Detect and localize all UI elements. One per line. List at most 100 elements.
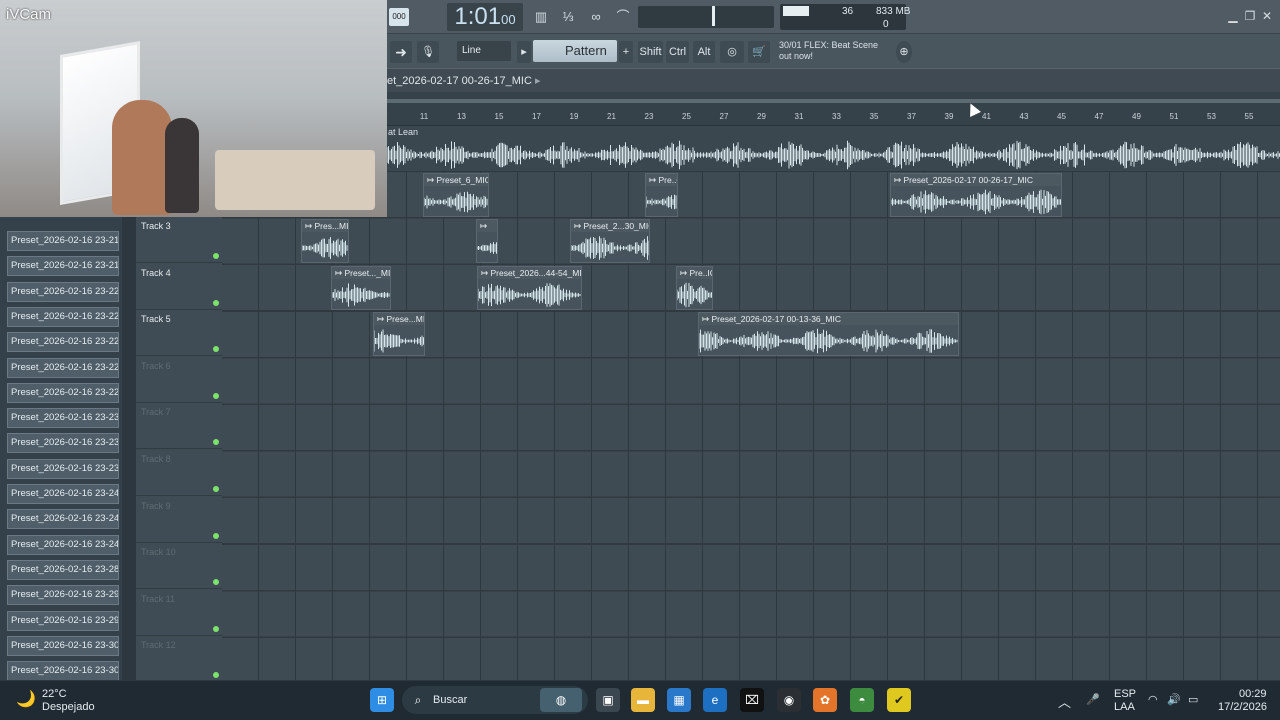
- clip-list-item[interactable]: Preset_2026-02-16 23-24...: [7, 484, 119, 504]
- clip-list-item[interactable]: Preset_2026-02-16 23-22...: [7, 382, 119, 403]
- timeline-ruler[interactable]: 11 13 15 17 19 21 23 25 27 29 31 33 35 37 39 41 43 45 47 49…: [387, 109, 1280, 126]
- clip-list-item[interactable]: Preset_2026-02-16 23-23...: [7, 433, 119, 454]
- language-layout[interactable]: LAA: [1114, 701, 1135, 713]
- clip-list-item[interactable]: Preset_2026-02-16 23-24...: [7, 534, 119, 555]
- pattern-select[interactable]: Pattern 1: [533, 40, 617, 80]
- capcut-icon[interactable]: ⌧: [740, 688, 764, 712]
- arrow-right-icon[interactable]: ➜: [390, 41, 412, 63]
- moon-icon[interactable]: 🌙: [14, 688, 38, 712]
- clip-list-item[interactable]: Preset_2026-02-16 23-22...: [7, 332, 119, 353]
- tempo-display[interactable]: 000: [389, 8, 409, 26]
- track-active-led[interactable]: [213, 439, 219, 446]
- audio-clip[interactable]: ↦ Preset_2026...44-54_MIC: [477, 266, 582, 310]
- restore-icon[interactable]: ❐: [1243, 9, 1257, 23]
- audio-clip[interactable]: ↦: [476, 219, 498, 263]
- chrome-icon[interactable]: ◓: [850, 688, 874, 712]
- checklist-icon[interactable]: ✔: [887, 688, 911, 712]
- clip-list-item[interactable]: Preset_2026-02-16 23-23...: [7, 408, 119, 429]
- clock-time[interactable]: 00:29: [1239, 688, 1267, 700]
- close-icon[interactable]: ✕: [1260, 9, 1274, 23]
- clip-list-item[interactable]: Preset_2026-02-16 23-28...: [7, 559, 119, 580]
- clip-list-item[interactable]: Preset_2026-02-16 23-30...: [7, 635, 119, 656]
- track-header[interactable]: Track 4: [136, 263, 222, 310]
- store-icon[interactable]: ▦: [667, 688, 691, 712]
- song-position-display[interactable]: 1:0100: [447, 3, 523, 31]
- snap-select[interactable]: Line: [457, 41, 511, 61]
- obs-icon[interactable]: ◉: [777, 688, 801, 712]
- audio-clip[interactable]: ↦ Preset_6_MIC: [423, 173, 489, 217]
- track-active-led[interactable]: [213, 346, 219, 353]
- alt-button[interactable]: Alt: [693, 41, 715, 63]
- clip-list-item[interactable]: Preset_2026-02-16 23-22...: [7, 357, 119, 378]
- ctrl-button[interactable]: Ctrl: [666, 41, 689, 63]
- news-hint[interactable]: 30/01 FLEX: Beat Scene out now!: [779, 40, 878, 62]
- clip-list-item[interactable]: Preset_2026-02-16 23-30...: [7, 661, 119, 682]
- audio-clip[interactable]: ↦ Preset_2026-02-17 00-13-36_MIC: [698, 312, 959, 356]
- audio-clip[interactable]: ↦ Preset_2...30_MIC: [570, 219, 650, 263]
- file-explorer-icon[interactable]: ▬: [631, 688, 655, 712]
- track-active-led[interactable]: [213, 532, 219, 539]
- clip-list-item[interactable]: Preset_2026-02-16 23-22...: [7, 281, 119, 302]
- weather-desc[interactable]: Despejado: [42, 701, 95, 713]
- track-active-led[interactable]: [213, 253, 219, 259]
- pattern-prev-icon[interactable]: ▸: [517, 41, 531, 63]
- track-active-led[interactable]: [213, 299, 219, 306]
- clip-menu-icon[interactable]: ↦: [480, 221, 487, 231]
- clip-list-item[interactable]: Preset_2026-02-16 23-21...: [7, 256, 119, 277]
- track-active-led[interactable]: [213, 486, 219, 492]
- chevron-up-icon[interactable]: ︿: [1058, 692, 1071, 711]
- clip-list-item[interactable]: Preset_2026-02-16 23-29...: [7, 610, 119, 631]
- edge-icon[interactable]: e: [703, 688, 727, 712]
- language-code[interactable]: ESP: [1114, 688, 1136, 700]
- start-icon[interactable]: ⊞: [370, 688, 394, 712]
- clip-list-item[interactable]: Preset_2026-02-16 23-24...: [7, 509, 119, 530]
- clip-list-item[interactable]: Preset_2026-02-16 23-29...: [7, 585, 119, 606]
- globe-icon[interactable]: ⊕: [896, 41, 912, 63]
- fl-studio-icon[interactable]: ✿: [813, 688, 837, 712]
- track-active-led[interactable]: [213, 625, 219, 632]
- minimize-icon[interactable]: ▁: [1226, 9, 1240, 23]
- track-header[interactable]: Track 12: [136, 636, 222, 683]
- loop-icon[interactable]: ∞: [585, 6, 607, 28]
- audio-clip[interactable]: ↦ Preset_2026-02-17 00-26-17_MIC: [890, 173, 1062, 217]
- track-header[interactable]: Track 5: [136, 310, 222, 357]
- track-header[interactable]: Track 10: [136, 543, 222, 590]
- track-header[interactable]: Track 6: [136, 356, 222, 403]
- clip-list-item[interactable]: Preset_2026-02-16 23-22...: [7, 306, 119, 327]
- mic-icon[interactable]: 🎙: [417, 41, 439, 63]
- audio-clip[interactable]: ↦ Prese...MIC: [373, 312, 425, 356]
- target-icon[interactable]: ◎: [720, 41, 744, 63]
- master-volume-slider[interactable]: [638, 6, 774, 28]
- playlist-horizontal-scroll[interactable]: [387, 92, 1280, 109]
- wifi-icon[interactable]: ◠: [1148, 693, 1158, 706]
- playlist-title[interactable]: et_2026-02-17 00-26-17_MIC ▸: [387, 68, 1280, 92]
- track-active-led[interactable]: [213, 672, 219, 679]
- track-active-led[interactable]: [213, 579, 219, 586]
- clip-list-item[interactable]: Preset_2026-02-16 23-23...: [7, 458, 119, 479]
- piano-icon[interactable]: ▥: [530, 6, 552, 28]
- audio-clip[interactable]: ↦ Pre..C: [645, 173, 678, 217]
- weather-temp[interactable]: 22°C: [42, 688, 67, 700]
- shift-button[interactable]: Shift: [638, 41, 663, 63]
- step-icon[interactable]: ⅓: [557, 6, 579, 28]
- clip-list-item[interactable]: Preset_2026-02-16 23-21...: [7, 231, 119, 251]
- track-header[interactable]: Track 11: [136, 589, 222, 636]
- track-header[interactable]: Track 8: [136, 450, 222, 496]
- track-header[interactable]: Track 9: [136, 496, 222, 543]
- battery-icon[interactable]: ▭: [1188, 693, 1198, 706]
- mic-tray-icon[interactable]: 🎤: [1086, 693, 1100, 706]
- audio-clip[interactable]: ↦ Preset..._MIC: [331, 266, 391, 310]
- volume-icon[interactable]: 🔊: [1167, 693, 1181, 706]
- track-active-led[interactable]: [213, 392, 219, 399]
- clip-browser-scrollbar[interactable]: [122, 217, 136, 680]
- pattern-add-icon[interactable]: +: [619, 41, 633, 63]
- playlist-grid[interactable]: [222, 172, 1280, 680]
- task-view-icon[interactable]: ▣: [596, 688, 620, 712]
- volume-handle[interactable]: [712, 6, 715, 26]
- track-header[interactable]: Track 3: [136, 217, 222, 263]
- cart-icon[interactable]: 🛒: [748, 41, 770, 63]
- metronome-icon[interactable]: ⌒: [612, 6, 634, 28]
- audio-clip[interactable]: ↦ Pre..IC: [676, 266, 713, 310]
- track-header[interactable]: Track 7: [136, 403, 222, 450]
- audio-clip[interactable]: ↦ Pres...MIC: [301, 219, 349, 263]
